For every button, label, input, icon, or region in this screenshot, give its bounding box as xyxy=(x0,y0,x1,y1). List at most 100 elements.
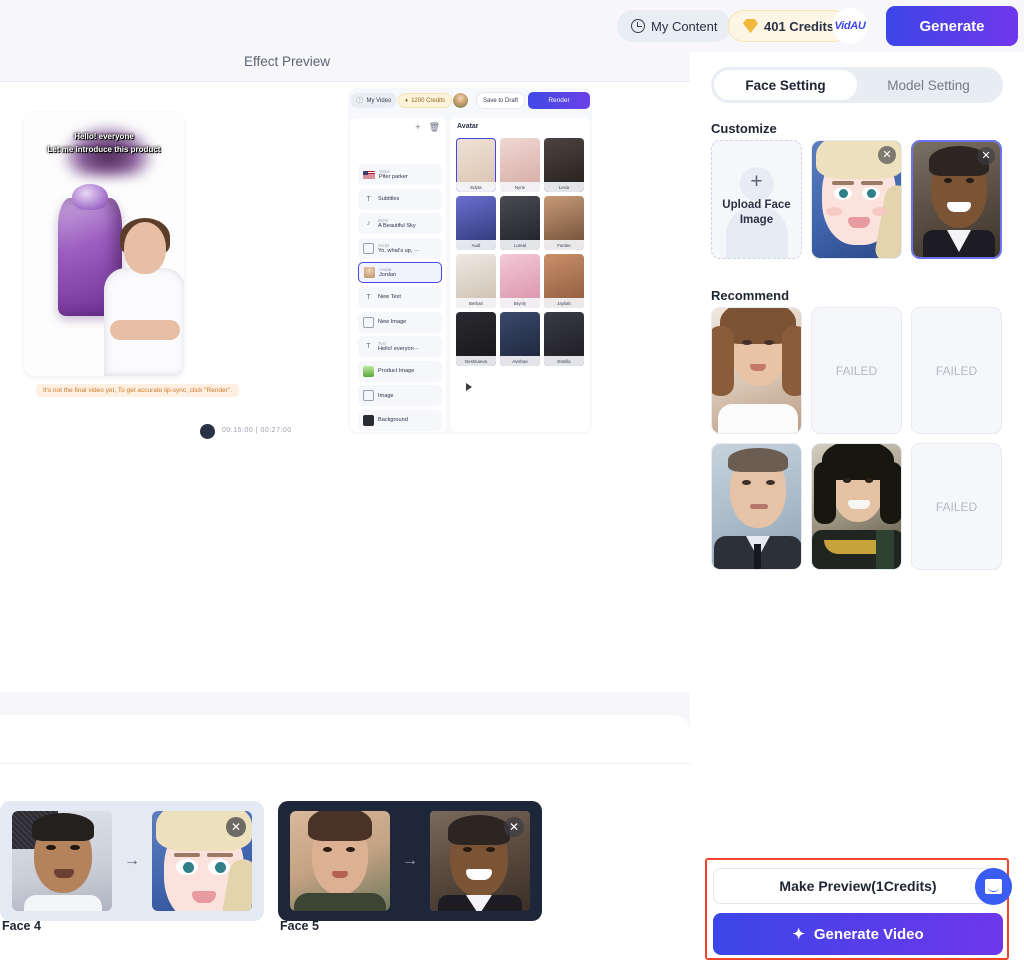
recommend-face-slot-3[interactable]: FAILED xyxy=(911,307,1002,434)
settings-panel-body: Face Setting Model Setting Customize + U… xyxy=(690,52,1024,969)
failed-label: FAILED xyxy=(835,363,878,378)
editor-avatar-name: Audi xyxy=(456,240,496,250)
editor-save-draft-label: Save to Draft xyxy=(483,97,519,104)
editor-avatar-grid: Edyta Nyrie Lexia Audi Loreal Famke Bethari Bry… xyxy=(456,138,584,366)
editor-sidebar-item-yo-what-s-up[interactable]: Script Yo, what's up, ··· xyxy=(358,237,442,259)
recommend-section-title: Recommend xyxy=(711,288,790,303)
generate-video-button[interactable]: ✦ Generate Video xyxy=(713,913,1003,955)
editor-credits-pill[interactable]: ♦ 1200 Credits xyxy=(398,93,453,108)
editor-avatar-cell-loreal[interactable]: Loreal xyxy=(500,196,540,250)
tab-model-setting[interactable]: Model Setting xyxy=(857,70,1000,100)
recommend-face-woman-model[interactable] xyxy=(711,307,802,434)
remove-face-button[interactable]: ✕ xyxy=(977,147,995,165)
product-icon xyxy=(363,365,374,377)
tab-face-setting[interactable]: Face Setting xyxy=(714,70,857,100)
editor-my-video-pill[interactable]: 🕑 My Video xyxy=(350,93,398,108)
recommend-face-loki[interactable] xyxy=(811,443,902,570)
editor-save-draft-button[interactable]: Save to Draft xyxy=(476,92,526,109)
source-face-thumb[interactable] xyxy=(12,811,112,911)
editor-sidebar-tools: + 🗑 xyxy=(415,122,440,133)
editor-avatar-name: Lexia xyxy=(544,182,584,192)
music-icon: ♪ xyxy=(366,220,371,228)
editor-avatar-cell-lexia[interactable]: Lexia xyxy=(544,138,584,192)
editor-avatar-cell-bethari[interactable]: Bethari xyxy=(456,254,496,308)
editor-sidebar-item-subtitles[interactable]: T Subtitles xyxy=(358,188,442,210)
editor-sidebar-item-piter-parker[interactable]: Voice Piter parker xyxy=(358,164,442,185)
editor-sidebar-item-background[interactable]: Background xyxy=(358,410,442,431)
editor-avatar-name: Estella xyxy=(544,356,584,366)
editor-sidebar-item-product-image[interactable]: Product Image xyxy=(358,360,442,382)
editor-avatar-cell-destinaeva[interactable]: Destinaeva xyxy=(456,312,496,366)
editor-avatar-cell-nyrie[interactable]: Nyrie xyxy=(500,138,540,192)
editor-render-label: Render xyxy=(548,97,570,104)
editor-render-button[interactable]: Render xyxy=(528,92,590,109)
customize-face-elsa[interactable]: ✕ xyxy=(811,140,902,259)
remove-face-pair-button[interactable]: ✕ xyxy=(504,817,524,837)
editor-avatar-cell-famke[interactable]: Famke xyxy=(544,196,584,250)
upload-face-image-button[interactable]: + Upload Face Image xyxy=(711,140,802,259)
editor-item-label: New Image xyxy=(378,318,407,325)
my-content-button[interactable]: My Content xyxy=(617,10,732,42)
editor-avatar-cell-brynly[interactable]: Brynly xyxy=(500,254,540,308)
preview-stage: Hello! everyone Let me introduce this pr… xyxy=(0,82,690,692)
editor-sidebar-item-jordan[interactable]: Avatar Jordan xyxy=(358,262,442,284)
presenter-avatar xyxy=(102,218,184,376)
plus-icon: + xyxy=(750,170,763,193)
presenter-arms xyxy=(110,320,180,340)
app-root: Effect Preview Hello! everyone Let me in… xyxy=(0,0,1024,969)
editor-item-label: Background xyxy=(378,417,408,424)
editor-user-avatar[interactable] xyxy=(452,92,469,109)
editor-sidebar-item-a-beautiful-sky[interactable]: ♪ BGM A Beautiful Sky xyxy=(358,213,442,235)
editor-item-kind: Script xyxy=(378,242,390,248)
recommend-face-slot-2[interactable]: FAILED xyxy=(811,307,902,434)
target-face-thumb[interactable]: ✕ xyxy=(152,811,252,911)
editor-sidebar-item-image[interactable]: Image xyxy=(358,385,442,407)
image-icon xyxy=(363,390,374,402)
editor-avatar-cell-edyta[interactable]: Edyta xyxy=(456,138,496,192)
editor-avatar-name: Brynly xyxy=(500,298,540,308)
gem-icon: ♦ xyxy=(405,97,409,104)
add-icon[interactable]: + xyxy=(415,122,420,133)
editor-avatar-cell-jayliah[interactable]: Jayliah xyxy=(544,254,584,308)
credits-badge[interactable]: 401 Credits xyxy=(728,10,850,42)
upload-label-line-2: Image xyxy=(739,214,774,226)
video-subtitle-line-2: Let me introduce this product xyxy=(47,145,161,154)
clock-icon: 🕑 xyxy=(356,98,364,104)
preview-video-card[interactable]: Hello! everyone Let me introduce this pr… xyxy=(24,112,184,376)
recommend-face-slot-6[interactable]: FAILED xyxy=(911,443,1002,570)
make-preview-button[interactable]: Make Preview(1Credits) xyxy=(713,868,1003,904)
recommend-face-elon-musk[interactable] xyxy=(711,443,802,570)
face-pair-box[interactable]: → ✕ xyxy=(278,801,542,921)
clock-icon xyxy=(631,19,645,33)
intercom-chat-button[interactable] xyxy=(975,868,1012,905)
trash-icon[interactable]: 🗑 xyxy=(429,122,440,133)
image-icon xyxy=(363,316,374,328)
editor-item-label: Product Image xyxy=(378,368,415,375)
brand-logo-text: VidAU xyxy=(834,20,866,32)
remove-face-pair-button[interactable]: ✕ xyxy=(226,817,246,837)
failed-label: FAILED xyxy=(935,363,978,378)
editor-avatar-cell-estella[interactable]: Estella xyxy=(544,312,584,366)
editor-avatar-cell-audi[interactable]: Audi xyxy=(456,196,496,250)
top-toolbar: My Content 401 Credits VidAU Generate xyxy=(617,0,1024,52)
editor-avatar-cell-avishae[interactable]: Avishae xyxy=(500,312,540,366)
editor-item-label: Script Yo, what's up, ··· xyxy=(378,242,420,254)
remove-face-button[interactable]: ✕ xyxy=(878,146,896,164)
editor-sidebar-item-new-text[interactable]: T New Text xyxy=(358,287,442,308)
face-pair-box[interactable]: → ✕ xyxy=(0,801,264,921)
avatar-icon xyxy=(364,267,375,279)
preview-region: Effect Preview Hello! everyone Let me in… xyxy=(0,0,690,969)
target-face-thumb[interactable]: ✕ xyxy=(430,811,530,911)
editor-item-label: Voice Piter parker xyxy=(379,168,408,180)
bottom-actions-highlighted: Make Preview(1Credits) ✦ Generate Video xyxy=(705,858,1009,960)
source-face-thumb[interactable] xyxy=(290,811,390,911)
editor-sidebar-item-new-image[interactable]: New Image xyxy=(358,311,442,333)
upload-label-line-1: Upload Face xyxy=(722,199,791,211)
face-pair-face-5: → ✕ Face 5 xyxy=(278,801,542,933)
editor-sidebar-item-hello-everyon[interactable]: T Text Hello! everyon··· xyxy=(358,336,442,358)
brand-logo[interactable]: VidAU xyxy=(832,8,868,44)
editor-avatar-name: Avishae xyxy=(500,356,540,366)
customize-face-obama[interactable]: ✕ xyxy=(911,140,1002,259)
generate-button[interactable]: Generate xyxy=(886,6,1018,46)
card-divider xyxy=(0,763,690,764)
